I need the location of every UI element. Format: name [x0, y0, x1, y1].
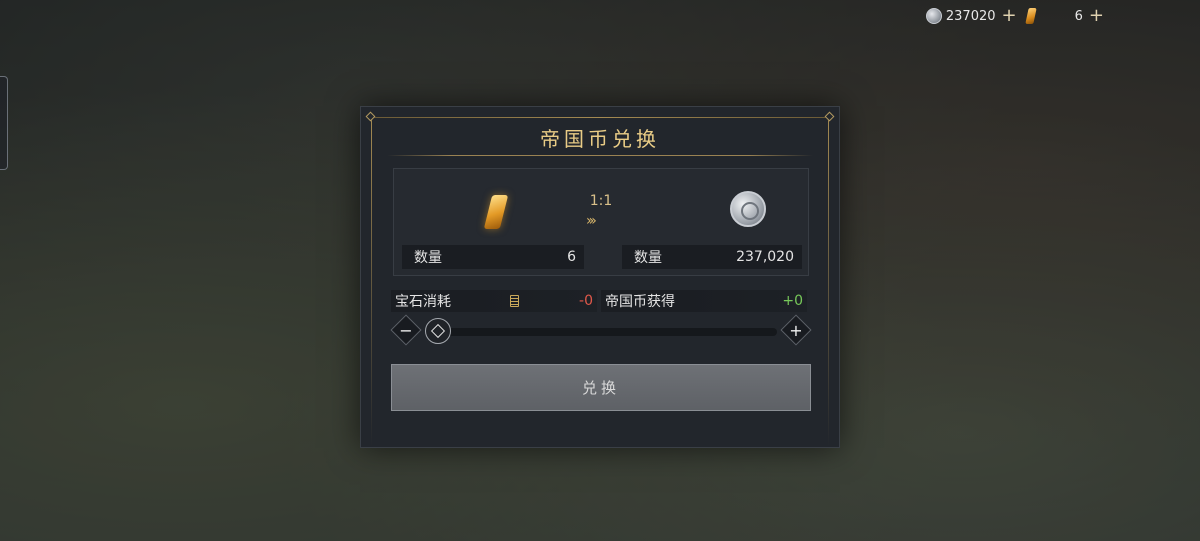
coin-gain-row: 帝国币获得 +0: [601, 290, 807, 312]
gem-cost-value: -0: [579, 293, 593, 309]
side-tab[interactable]: [0, 76, 8, 170]
frame-top: [371, 117, 829, 118]
coin-amount: 237020: [945, 8, 996, 24]
exchange-dialog: 帝国币兑换 1:1 ››› 数量 6 数量 237,020 宝石消耗 -0 帝国…: [360, 106, 840, 448]
slider-handle[interactable]: [425, 318, 451, 344]
gem-quantity-row: 数量 6: [402, 245, 584, 269]
coin-quantity-value: 237,020: [736, 249, 794, 265]
decrease-button[interactable]: −: [390, 314, 422, 346]
exchange-preview: 1:1 ››› 数量 6 数量 237,020: [393, 168, 809, 276]
coin-quantity-label: 数量: [634, 250, 662, 266]
frame-left: [371, 117, 372, 447]
coin-quantity-row: 数量 237,020: [622, 245, 802, 269]
coin-icon: [925, 8, 942, 24]
title-divider: [387, 155, 813, 156]
gem-quantity-label: 数量: [414, 250, 442, 266]
coin-gain-label: 帝国币获得: [605, 294, 675, 310]
plus-icon: +: [789, 320, 803, 340]
exchange-button[interactable]: 兑换: [391, 364, 811, 411]
gem-amount: 6: [1074, 8, 1083, 24]
currency-bar: 237020 + 6 +: [925, 7, 1104, 25]
slider-handle-icon: [430, 323, 446, 339]
gem-cost-row: 宝石消耗 -0: [391, 290, 597, 312]
arrow-right-icon: ›››: [586, 213, 597, 229]
corner-ornament-right: [824, 111, 835, 122]
coin-icon: [730, 191, 766, 227]
corner-ornament-left: [365, 111, 376, 122]
calculator-icon[interactable]: [510, 295, 520, 307]
gem-quantity-value: 6: [567, 249, 576, 265]
add-coin-button[interactable]: +: [1002, 7, 1017, 25]
dialog-title: 帝国币兑换: [540, 127, 660, 151]
coin-gain-value: +0: [782, 293, 803, 309]
add-gem-button[interactable]: +: [1089, 7, 1104, 25]
gem-icon: [1024, 8, 1037, 24]
frame-right: [828, 117, 829, 447]
slider-track[interactable]: [431, 328, 777, 336]
gem-cost-label: 宝石消耗: [395, 294, 451, 310]
amount-slider: − +: [390, 314, 812, 346]
increase-button[interactable]: +: [780, 314, 812, 346]
minus-icon: −: [399, 320, 413, 340]
